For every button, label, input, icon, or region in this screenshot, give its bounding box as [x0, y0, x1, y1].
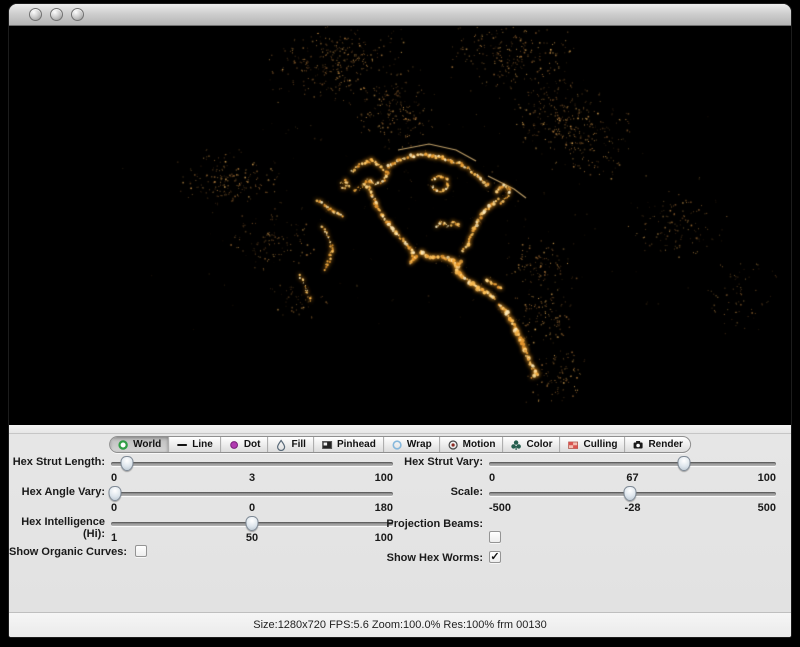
scale-row: Scale: -500 -28 500 — [9, 485, 791, 513]
world-icon — [117, 439, 129, 451]
tab-line[interactable]: Line — [169, 437, 221, 452]
culling-icon — [568, 439, 580, 451]
zoom-button[interactable] — [71, 8, 84, 21]
dot-icon — [228, 439, 240, 451]
tab-fill[interactable]: Fill — [268, 437, 313, 452]
hex-strut-vary-label: Hex Strut Vary: — [259, 456, 483, 468]
control-panel: World Line Dot Fill Pinhead — [9, 425, 791, 612]
globe-particle-canvas[interactable] — [9, 26, 791, 425]
status-bar: Size:1280x720 FPS:5.6 Zoom:100.0% Res:10… — [9, 612, 791, 637]
tab-label: Fill — [291, 439, 305, 450]
line-icon — [176, 439, 188, 451]
hex-strut-vary-row: Hex Strut Vary: 0 67 100 — [9, 455, 791, 483]
fill-icon — [275, 439, 287, 451]
projection-beams-checkbox[interactable] — [489, 531, 501, 543]
scale-min: 0 — [489, 472, 495, 484]
tab-world[interactable]: World — [110, 437, 169, 452]
tab-wrap[interactable]: Wrap — [384, 437, 440, 452]
minimize-button[interactable] — [50, 8, 63, 21]
wrap-icon — [391, 439, 403, 451]
show-hex-worms-row: Show Hex Worms: ✓ — [9, 551, 791, 579]
pinhead-icon — [321, 439, 333, 451]
scale-slider[interactable] — [489, 492, 776, 496]
render-icon — [632, 439, 644, 451]
tab-label: Line — [192, 439, 213, 450]
projection-beams-row: Projection Beams: — [9, 517, 791, 545]
tab-color[interactable]: Color — [503, 437, 560, 452]
slider-thumb[interactable] — [623, 486, 636, 501]
projection-beams-label: Projection Beams: — [259, 518, 483, 530]
close-button[interactable] — [29, 8, 42, 21]
show-hex-worms-label: Show Hex Worms: — [259, 552, 483, 564]
tab-label: Motion — [463, 439, 496, 450]
scale-value: -28 — [625, 502, 641, 514]
motion-icon — [447, 439, 459, 451]
scale-value: 67 — [626, 472, 638, 484]
tab-pinhead[interactable]: Pinhead — [314, 437, 384, 452]
tab-label: Pinhead — [337, 439, 376, 450]
tab-motion[interactable]: Motion — [440, 437, 504, 452]
scale-max: 100 — [758, 472, 776, 484]
slider-scale: -500 -28 500 — [489, 502, 776, 515]
scale-min: -500 — [489, 502, 511, 514]
hex-strut-vary-slider[interactable] — [489, 462, 776, 466]
status-text: Size:1280x720 FPS:5.6 Zoom:100.0% Res:10… — [253, 619, 547, 631]
mode-tab-bar: World Line Dot Fill Pinhead — [109, 436, 691, 453]
tab-label: Culling — [584, 439, 618, 450]
render-viewport[interactable] — [9, 26, 791, 425]
title-bar[interactable] — [9, 4, 791, 26]
scale-label: Scale: — [259, 486, 483, 498]
tab-label: World — [133, 439, 161, 450]
tab-culling[interactable]: Culling — [561, 437, 626, 452]
tab-render[interactable]: Render — [625, 437, 689, 452]
scale-max: 500 — [758, 502, 776, 514]
slider-thumb[interactable] — [678, 456, 691, 471]
app-screen: World Line Dot Fill Pinhead — [0, 0, 800, 647]
show-hex-worms-checkbox[interactable]: ✓ — [489, 551, 501, 563]
tab-label: Color — [526, 439, 552, 450]
app-window: World Line Dot Fill Pinhead — [9, 4, 791, 637]
tab-label: Render — [648, 439, 682, 450]
color-icon — [510, 439, 522, 451]
tab-dot[interactable]: Dot — [221, 437, 269, 452]
slider-scale: 0 67 100 — [489, 472, 776, 485]
tab-label: Wrap — [407, 439, 432, 450]
tab-label: Dot — [244, 439, 261, 450]
